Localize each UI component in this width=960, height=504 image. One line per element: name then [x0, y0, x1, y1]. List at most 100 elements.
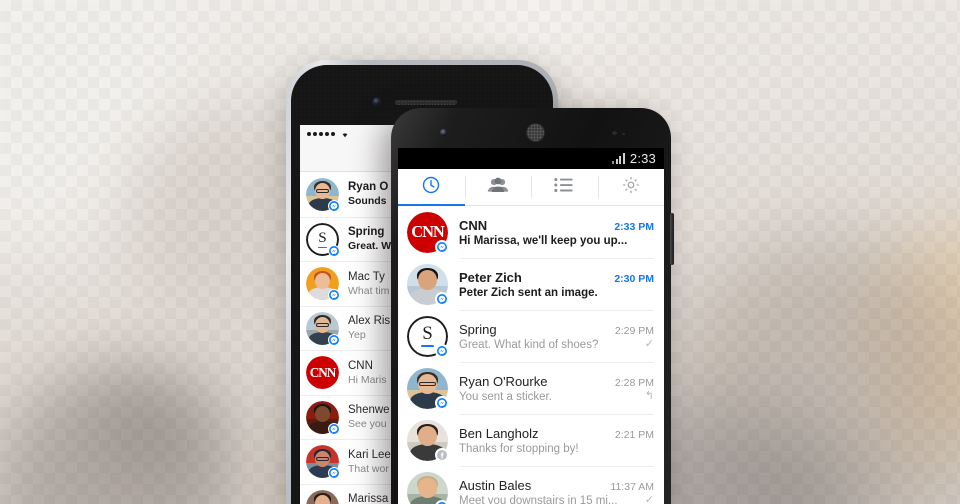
conversation-text: CNN 2:33 PM Hi Marissa, we'll keep you up.… [459, 218, 654, 247]
conversation-text: MarissaHow was [348, 492, 391, 504]
conversation-text: Mac Ty What tim [348, 270, 389, 298]
conversation-text: Kari Lee That wor [348, 448, 391, 476]
wifi-icon [340, 125, 350, 143]
tab-contacts[interactable] [531, 169, 598, 205]
messenger-badge-icon [328, 333, 340, 346]
conversation-snippet: Great. W [348, 240, 392, 253]
conversation-timestamp: 2:21 PM [614, 428, 654, 441]
conversation-text: Ben Langholz 2:21 PM Thanks for stopping b… [459, 426, 654, 455]
conversation-name: CNN [348, 359, 373, 372]
android-front-camera-icon [440, 129, 447, 136]
avatar: CNN [306, 356, 339, 390]
avatar [407, 263, 449, 306]
conversation-snippet: Meet you downstairs in 15 mi... [459, 494, 618, 504]
android-device: 2:33 CNN CNN 2:33 PM Hi Marissa, we'll k… [391, 108, 674, 504]
conversation-name: CNN [459, 217, 488, 233]
facebook-badge-icon [435, 447, 449, 462]
message-status-icon: ↰ [644, 390, 654, 402]
android-top-bezel [398, 114, 664, 148]
avatar-image [306, 489, 339, 504]
cnn-logo: CNN [306, 356, 339, 390]
conversation-text: Spring 2:29 PM Great. What kind of shoes? ✓ [459, 322, 654, 351]
conversation-snippet: Great. What kind of shoes? [459, 338, 599, 351]
avatar [306, 177, 340, 212]
android-conversation-row[interactable]: S Spring 2:29 PM Great. What kind of shoes?… [398, 310, 664, 362]
conversation-text: Ryan O'Rourke 2:28 PM You sent a sticker. ↰ [459, 374, 654, 403]
android-status-bar: 2:33 [398, 148, 664, 169]
conversation-name: Ryan O'Rourke [459, 373, 548, 389]
conversation-name: Ryan O [348, 181, 389, 194]
android-earpiece-speaker [526, 123, 545, 142]
avatar [407, 471, 449, 504]
conversation-timestamp: 2:30 PM [614, 272, 654, 285]
messenger-badge-icon [328, 244, 340, 257]
avatar [306, 267, 340, 302]
avatar [306, 311, 340, 346]
avatar: S [407, 315, 449, 358]
list-icon [554, 177, 574, 198]
conversation-snippet: Peter Zich sent an image. [459, 286, 598, 299]
conversation-name: Marissa [348, 493, 389, 504]
messenger-tab-bar[interactable] [398, 169, 664, 206]
conversation-text: Austin Bales 11:37 AM Meet you downstairs … [459, 478, 654, 504]
avatar-photo [306, 489, 339, 504]
android-power-button[interactable] [670, 213, 674, 265]
android-conversation-row[interactable]: Ben Langholz 2:21 PM Thanks for stopping b… [398, 414, 664, 466]
avatar: S [306, 222, 340, 257]
message-status-icon: ✓ [644, 338, 654, 350]
avatar [407, 367, 449, 410]
message-status-icon: ✓ [644, 494, 654, 504]
conversation-name: Shenwe [348, 404, 390, 417]
avatar [306, 400, 340, 435]
conversation-timestamp: 2:29 PM [614, 324, 654, 337]
conversation-text: Peter Zich 2:30 PM Peter Zich sent an imag… [459, 270, 654, 299]
conversation-name: Mac Ty [348, 270, 385, 283]
messenger-badge-icon [435, 343, 449, 358]
android-conversation-list[interactable]: CNN CNN 2:33 PM Hi Marissa, we'll keep you … [398, 206, 664, 504]
conversation-snippet: See you [348, 418, 387, 431]
conversation-text: CNN Hi Maris [348, 359, 387, 387]
iphone-earpiece-speaker [395, 100, 457, 105]
conversation-snippet: Sounds [348, 195, 387, 208]
messenger-badge-icon [435, 291, 449, 306]
avatar [306, 445, 340, 480]
messenger-badge-icon [328, 422, 340, 435]
status-bar-clock: 2:33 [629, 151, 656, 166]
conversation-snippet: What tim [348, 284, 390, 297]
conversation-name: Ben Langholz [459, 425, 539, 441]
conversation-text: Ryan O Sounds [348, 180, 388, 208]
messenger-badge-icon [328, 199, 340, 212]
avatar: CNN [407, 211, 449, 254]
conversation-name: Spring [348, 226, 385, 239]
clock-icon [421, 175, 441, 200]
android-proximity-sensor-icon [612, 131, 617, 135]
people-icon [487, 176, 509, 199]
conversation-timestamp: 2:33 PM [614, 220, 654, 233]
android-conversation-row[interactable]: Austin Bales 11:37 AM Meet you downstairs … [398, 466, 664, 504]
avatar [306, 489, 339, 504]
conversation-snippet: You sent a sticker. [459, 390, 552, 403]
conversation-name: Peter Zich [459, 269, 522, 285]
signal-dots-icon [307, 131, 335, 136]
conversation-snippet: Yep [348, 329, 366, 342]
conversation-name: Spring [459, 321, 497, 337]
conversation-snippet: Thanks for stopping by! [459, 442, 579, 455]
conversation-snippet: Hi Maris [348, 373, 387, 386]
avatar [407, 419, 449, 462]
avatar-image: CNN [306, 356, 339, 390]
messenger-badge-icon [435, 239, 449, 254]
tab-groups[interactable] [464, 169, 532, 205]
tab-recents[interactable] [398, 169, 465, 206]
android-conversation-row[interactable]: Ryan O'Rourke 2:28 PM You sent a sticker. ↰ [398, 362, 664, 414]
conversation-timestamp: 2:28 PM [614, 376, 654, 389]
messenger-badge-icon [435, 395, 449, 410]
conversation-text: Spring Great. W [348, 225, 391, 253]
gear-icon [621, 175, 641, 200]
conversation-name: Kari Lee [348, 448, 391, 461]
android-screen: 2:33 CNN CNN 2:33 PM Hi Marissa, we'll k… [398, 148, 664, 504]
android-conversation-row[interactable]: Peter Zich 2:30 PM Peter Zich sent an imag… [398, 258, 664, 310]
signal-bars-icon [611, 153, 625, 164]
tab-settings[interactable] [597, 169, 665, 205]
conversation-snippet: That wor [348, 462, 389, 475]
android-conversation-row[interactable]: CNN CNN 2:33 PM Hi Marissa, we'll keep you … [398, 206, 664, 258]
